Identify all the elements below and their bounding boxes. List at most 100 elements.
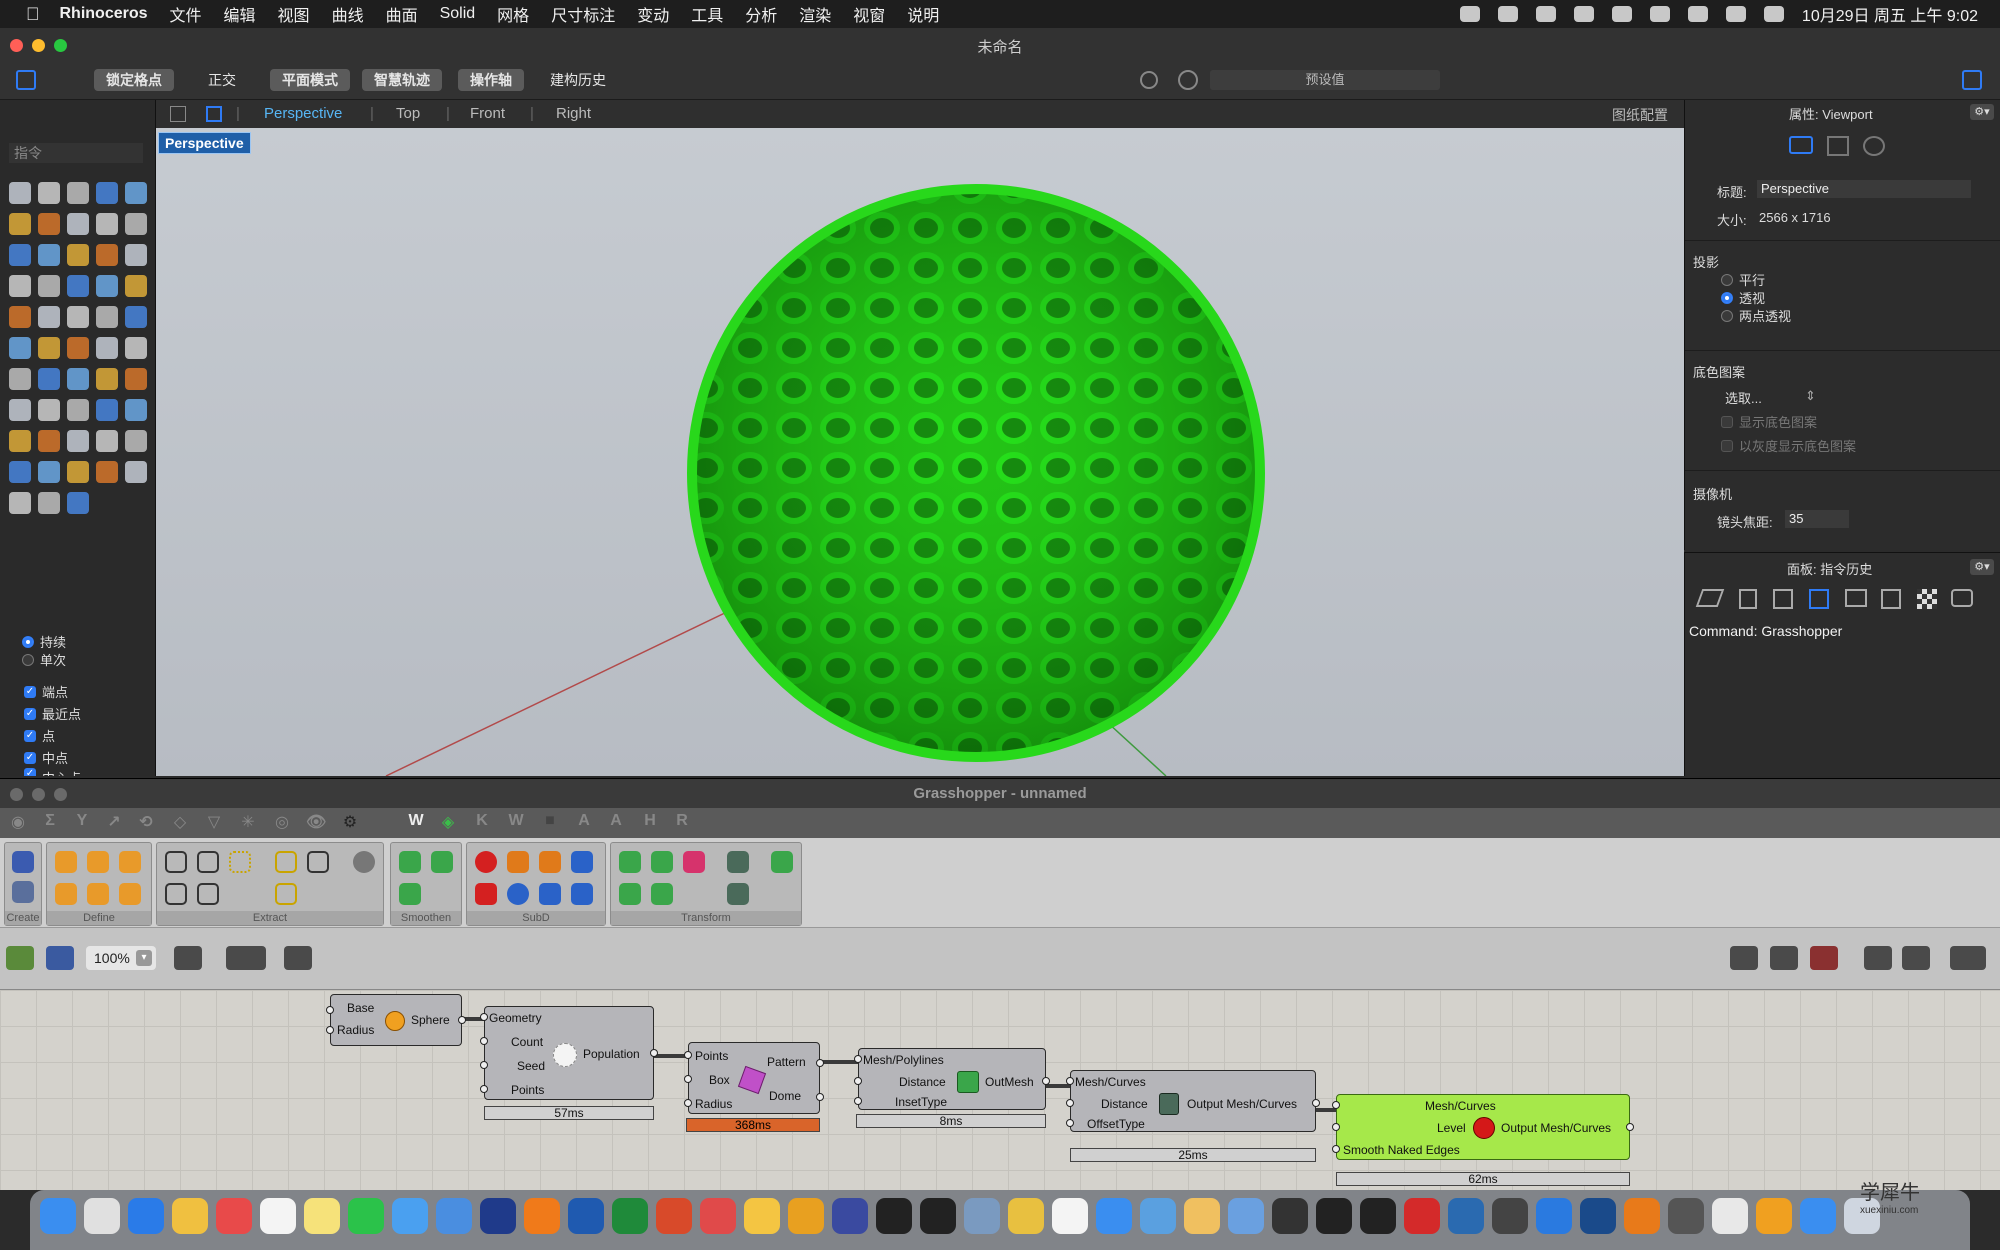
rhino-tool-icon[interactable] [96,306,118,328]
rhino-tool-icon[interactable] [38,430,60,452]
input-port[interactable] [1332,1101,1340,1109]
camera-icon[interactable] [1789,136,1813,154]
component-icon[interactable] [727,883,749,905]
dock-app-icon[interactable] [700,1198,736,1234]
tab-h[interactable]: H [640,812,660,832]
dock-app-icon[interactable] [876,1198,912,1234]
osnap-center[interactable]: ✓ 中心点 [24,768,81,776]
curve-tab-icon[interactable]: ⟲ [136,812,156,832]
rhino-tool-icon[interactable] [125,306,147,328]
dock-app-icon[interactable] [1448,1198,1484,1234]
surface-tab-icon[interactable]: ◇ [170,812,190,832]
dock-app-icon[interactable] [84,1198,120,1234]
render-icon[interactable] [1140,71,1158,89]
sketch-icon[interactable] [284,946,312,970]
new-file-icon[interactable] [6,946,34,970]
snapshot-icon[interactable] [1951,589,1973,607]
plugin-tab-icon[interactable]: ◈ [438,812,458,832]
zoom-dropdown[interactable]: 100% ▾ [86,946,156,970]
checkbox-icon[interactable]: ✓ [24,768,36,776]
component-icon[interactable] [539,883,561,905]
rhino-tool-icon[interactable] [67,182,89,204]
tab-perspective[interactable]: Perspective [264,105,342,122]
checkbox-icon[interactable]: ✓ [24,729,36,742]
component-icon[interactable] [619,883,641,905]
rhino-tool-icon[interactable] [38,461,60,483]
dock-app-icon[interactable] [1184,1198,1220,1234]
frame-icon[interactable] [1827,136,1849,156]
component-icon[interactable] [197,851,219,873]
cube-icon[interactable] [1773,589,1793,609]
input-port[interactable] [684,1051,692,1059]
status-icon[interactable] [1497,6,1518,22]
preview-mode-icon[interactable] [1730,946,1758,970]
input-port[interactable] [326,1006,334,1014]
projection-perspective[interactable]: 透视 [1721,288,1765,307]
output-port[interactable] [458,1016,466,1024]
rhino-tool-icon[interactable] [125,275,147,297]
component-icon[interactable] [119,851,141,873]
tab-front[interactable]: Front [470,105,505,122]
projection-parallel[interactable]: 平行 [1721,270,1765,289]
no-preview-icon[interactable] [1770,946,1798,970]
mesh-curves-smooth-component[interactable]: Mesh/Curves Level Smooth Naked Edges Out… [1332,1094,1634,1160]
dock-app-icon[interactable] [1316,1198,1352,1234]
component-icon[interactable] [87,883,109,905]
tab-a2[interactable]: A [606,812,626,832]
rhino-tool-icon[interactable] [38,337,60,359]
input-port[interactable] [854,1055,862,1063]
rhino-tool-icon[interactable] [67,368,89,390]
component-icon[interactable] [55,883,77,905]
osnap-midpoint[interactable]: ✓ 中点 [24,748,68,767]
component-icon[interactable] [651,883,673,905]
component-icon[interactable] [275,883,297,905]
layers-icon[interactable] [1695,589,1725,607]
control-center-icon[interactable] [1763,6,1784,22]
rhino-tool-icon[interactable] [9,244,31,266]
input-port[interactable] [1332,1145,1340,1153]
input-port[interactable] [326,1026,334,1034]
component-icon[interactable] [165,851,187,873]
dock-app-icon[interactable] [1580,1198,1616,1234]
gear-icon[interactable]: ⚙▾ [1970,559,1994,575]
sets-tab-icon[interactable]: Y [72,812,92,832]
output-port[interactable] [1312,1099,1320,1107]
params-tab-icon[interactable]: ◉ [8,812,28,832]
input-port[interactable] [854,1097,862,1105]
osnap-near[interactable]: ✓ 最近点 [24,704,81,723]
populate-geometry-component[interactable]: Geometry Count Seed Points Population [480,1006,658,1100]
rhino-tool-icon[interactable] [67,213,89,235]
rhino-tool-icon[interactable] [9,213,31,235]
rhino-tool-icon[interactable] [38,275,60,297]
menu-file[interactable]: 文件 [170,2,202,26]
mute-icon[interactable] [1611,6,1632,22]
search-icon[interactable] [1725,6,1746,22]
component-icon[interactable] [431,851,453,873]
dock-app-icon[interactable] [1492,1198,1528,1234]
component-icon[interactable] [119,883,141,905]
dock-app-icon[interactable] [1668,1198,1704,1234]
document-icon[interactable] [1739,589,1757,609]
osnap-persistent[interactable]: 持续 [22,632,66,651]
rhino-tool-icon[interactable] [67,337,89,359]
wechat-icon[interactable] [1535,6,1556,22]
input-port[interactable] [1066,1099,1074,1107]
dock-app-icon[interactable] [392,1198,428,1234]
plugin-tab-icon[interactable]: ■ [540,812,560,832]
dock-app-icon[interactable] [788,1198,824,1234]
dock-app-icon[interactable] [656,1198,692,1234]
component-icon[interactable] [571,851,593,873]
input-port[interactable] [480,1061,488,1069]
output-port[interactable] [1042,1077,1050,1085]
rhino-tool-icon[interactable] [38,368,60,390]
zoom-extents-icon[interactable] [174,946,202,970]
rhino-tool-icon[interactable] [9,461,31,483]
smart-track-toggle[interactable]: 智慧轨迹 [362,69,442,91]
status-icon[interactable] [1459,6,1480,22]
component-icon[interactable] [475,851,497,873]
radio-icon[interactable] [22,635,34,648]
preset-dropdown[interactable]: 预设值 [1210,70,1440,90]
dock-app-icon[interactable] [1756,1198,1792,1234]
dock-app-icon[interactable] [1404,1198,1440,1234]
dock-app-icon[interactable] [1712,1198,1748,1234]
